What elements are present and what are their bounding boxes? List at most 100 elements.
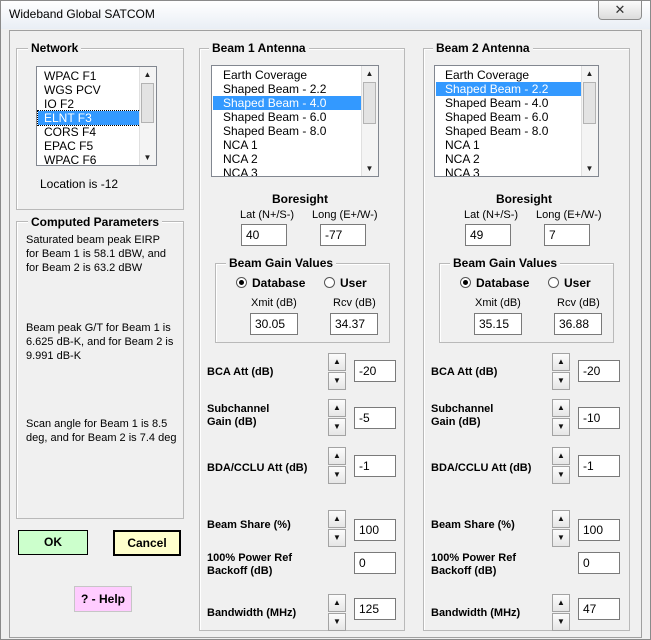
beam2-bandwidth-spinner[interactable]: ▲ ▼ [552,594,570,632]
beam2-long-input[interactable]: 7 [544,224,590,246]
beam2-scrollbar[interactable]: ▲ ▼ [581,66,598,176]
beam1-share-input[interactable]: 100 [354,519,396,541]
scroll-up-icon[interactable]: ▲ [140,67,155,82]
beam2-share-spinner[interactable]: ▲ ▼ [552,510,570,548]
scroll-up-icon[interactable]: ▲ [582,66,597,81]
beam1-xmit-input[interactable]: 30.05 [250,313,298,335]
spin-down-icon[interactable]: ▼ [552,372,570,390]
network-listbox[interactable]: WPAC F1 WGS PCV IO F2 ELNT F3 CORS F4 EP… [36,66,157,166]
spin-down-icon[interactable]: ▼ [552,613,570,631]
scroll-thumb[interactable] [583,82,596,124]
scroll-up-icon[interactable]: ▲ [362,66,377,81]
list-item[interactable]: Earth Coverage [445,68,529,82]
beam1-scrollbar[interactable]: ▲ ▼ [361,66,378,176]
bandwidth-label: Bandwidth (MHz) [431,607,521,619]
list-item[interactable]: EPAC F5 [44,139,93,153]
beam2-share-input[interactable]: 100 [578,519,620,541]
spin-down-icon[interactable]: ▼ [552,418,570,436]
network-scrollbar[interactable]: ▲ ▼ [139,67,156,165]
help-button[interactable]: ? - Help [74,586,132,612]
beam1-lat-input[interactable]: 40 [241,224,287,246]
spin-down-icon[interactable]: ▼ [328,466,346,484]
beam1-bda-spinner[interactable]: ▲ ▼ [328,447,346,485]
beam2-bda-spinner[interactable]: ▲ ▼ [552,447,570,485]
list-item[interactable]: CORS F4 [44,125,96,139]
beam1-share-spinner[interactable]: ▲ ▼ [328,510,346,548]
beam1-database-radio[interactable] [236,277,247,288]
list-item-selected[interactable]: ELNT F3 [37,110,141,126]
ok-button[interactable]: OK [18,530,88,555]
spin-up-icon[interactable]: ▲ [552,353,570,371]
close-button[interactable]: ✕ [598,1,642,20]
spin-down-icon[interactable]: ▼ [552,529,570,547]
lat-label: Lat (N+/S-) [240,209,295,221]
beam1-user-radio[interactable] [324,277,335,288]
spin-up-icon[interactable]: ▲ [328,594,346,612]
beam2-bda-input[interactable]: -1 [578,455,620,477]
scroll-down-icon[interactable]: ▼ [582,161,597,176]
beam2-listbox[interactable]: Earth Coverage Shaped Beam - 2.2 Shaped … [434,65,599,177]
list-item[interactable]: WPAC F1 [44,69,96,83]
spin-down-icon[interactable]: ▼ [328,372,346,390]
spin-up-icon[interactable]: ▲ [328,399,346,417]
title-bar[interactable]: Wideband Global SATCOM ✕ [1,1,650,29]
beam2-user-radio[interactable] [548,277,559,288]
beam1-subchannel-spinner[interactable]: ▲ ▼ [328,399,346,437]
beam2-powerref-input[interactable]: 0 [578,552,620,574]
beam1-bandwidth-input[interactable]: 125 [354,598,396,620]
beam2-subchannel-spinner[interactable]: ▲ ▼ [552,399,570,437]
beam1-powerref-input[interactable]: 0 [354,552,396,574]
beam1-rcv-input[interactable]: 34.37 [330,313,378,335]
scroll-thumb[interactable] [363,82,376,124]
list-item[interactable]: Shaped Beam - 6.0 [223,110,326,124]
beam1-bda-input[interactable]: -1 [354,455,396,477]
spin-down-icon[interactable]: ▼ [328,613,346,631]
spin-up-icon[interactable]: ▲ [552,447,570,465]
list-item[interactable]: Shaped Beam - 8.0 [445,124,548,138]
spin-up-icon[interactable]: ▲ [328,510,346,528]
spin-up-icon[interactable]: ▲ [552,594,570,612]
beam1-bca-spinner[interactable]: ▲ ▼ [328,353,346,391]
list-item[interactable]: NCA 2 [445,152,480,166]
list-item[interactable]: Shaped Beam - 6.0 [445,110,548,124]
beam1-listbox[interactable]: Earth Coverage Shaped Beam - 2.2 Shaped … [211,65,379,177]
beam2-database-radio[interactable] [460,277,471,288]
list-item-selected[interactable]: Shaped Beam - 4.0 [213,96,363,110]
list-item[interactable]: Shaped Beam - 8.0 [223,124,326,138]
scroll-down-icon[interactable]: ▼ [140,150,155,165]
beam1-long-input[interactable]: -77 [320,224,366,246]
spin-up-icon[interactable]: ▲ [552,510,570,528]
list-item[interactable]: Shaped Beam - 2.2 [223,82,326,96]
list-item[interactable]: NCA 1 [223,138,258,152]
list-item[interactable]: NCA 1 [445,138,480,152]
beam2-lat-input[interactable]: 49 [465,224,511,246]
beam2-subchannel-input[interactable]: -10 [578,407,620,429]
beam1-bca-input[interactable]: -20 [354,360,396,382]
beam1-subchannel-input[interactable]: -5 [354,407,396,429]
list-item[interactable]: IO F2 [44,97,74,111]
list-item[interactable]: Earth Coverage [223,68,307,82]
beam2-xmit-input[interactable]: 35.15 [474,313,522,335]
list-item[interactable]: Shaped Beam - 4.0 [445,96,548,110]
spin-up-icon[interactable]: ▲ [328,353,346,371]
beam2-bca-spinner[interactable]: ▲ ▼ [552,353,570,391]
beam2-bca-input[interactable]: -20 [578,360,620,382]
spin-down-icon[interactable]: ▼ [328,529,346,547]
list-item[interactable]: WGS PCV [44,83,101,97]
spin-down-icon[interactable]: ▼ [328,418,346,436]
spin-down-icon[interactable]: ▼ [552,466,570,484]
spin-up-icon[interactable]: ▲ [328,447,346,465]
list-item[interactable]: NCA 3 [445,166,480,176]
list-item[interactable]: NCA 2 [223,152,258,166]
spin-up-icon[interactable]: ▲ [552,399,570,417]
cancel-button[interactable]: Cancel [113,530,181,556]
scroll-thumb[interactable] [141,83,154,123]
beam2-bandwidth-input[interactable]: 47 [578,598,620,620]
beam1-bandwidth-spinner[interactable]: ▲ ▼ [328,594,346,632]
list-item[interactable]: NCA 3 [223,166,258,176]
list-item-selected[interactable]: Shaped Beam - 2.2 [436,82,583,96]
beam2-rcv-input[interactable]: 36.88 [554,313,602,335]
powerref-label-2: Backoff (dB) [207,565,273,577]
list-item[interactable]: WPAC F6 [44,153,96,165]
scroll-down-icon[interactable]: ▼ [362,161,377,176]
